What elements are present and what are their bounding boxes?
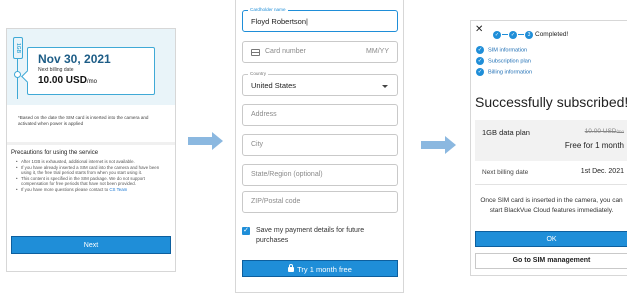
completed-steps-list: ✓ SIM information ✓ Subscription plan ✓ Bil… [476, 46, 532, 79]
arrow-head [212, 132, 223, 150]
success-title: Successfully subscribed! [475, 94, 627, 110]
lock-icon [288, 264, 295, 272]
activation-note: *Based on the date the SIM card is inser… [18, 115, 149, 126]
credit-card-icon [251, 49, 260, 56]
try-free-label: Try 1 month free [297, 265, 352, 274]
billing-hero: 1GB Nov 30, 2021 Next billing date 10.00… [7, 29, 175, 105]
completed-step-label: SIM information [488, 47, 528, 54]
state-placeholder: State/Region (optional) [251, 171, 323, 178]
sim-management-button[interactable]: Go to SIM management [475, 253, 627, 269]
save-payment-label: Save my payment details for future purch… [256, 227, 365, 244]
plan-old-price-unit: /mo [616, 129, 624, 134]
plan-old-price: 10.00 USD/mo [585, 128, 624, 135]
step-3-indicator: 3 [525, 30, 533, 39]
billing-date: Nov 30, 2021 [38, 52, 111, 66]
step-check-icon: ✓ [493, 30, 501, 39]
plan-name: 1GB data plan [482, 128, 530, 137]
completed-step-label: Subscription plan [488, 58, 531, 65]
step-check-icon: ✓ [509, 30, 517, 39]
timeline-line [17, 59, 18, 99]
completed-step: ✓ Subscription plan [476, 57, 532, 68]
arrow-head [445, 136, 456, 154]
completed-label: Completed! [535, 31, 569, 39]
billing-summary-screen: 1GB Nov 30, 2021 Next billing date 10.00… [6, 28, 176, 272]
address-field[interactable]: Address [242, 104, 398, 126]
completed-step: ✓ Billing information [476, 68, 532, 79]
check-circle-icon: ✓ [476, 57, 484, 65]
ok-button[interactable]: OK [475, 231, 627, 247]
activation-message: Once SIM card is inserted in the camera,… [480, 197, 623, 214]
save-payment-checkbox[interactable]: ✓ [242, 227, 250, 235]
billing-card: Nov 30, 2021 Next billing date 10.00 USD… [27, 47, 155, 95]
timeline-dot [14, 71, 21, 78]
precaution-item: If you have already inserted a SIM card … [16, 165, 168, 176]
contact-text: If you have more questions please contac… [21, 186, 110, 192]
zip-placeholder: ZIP/Postal code [251, 198, 301, 205]
next-billing-value: 1st Dec. 2021 [580, 168, 624, 175]
step-connector [518, 34, 524, 36]
subscription-complete-screen: ✕ ✓ ✓ 3 Completed! ✓ SIM information ✓ Subscr… [470, 20, 627, 276]
state-field[interactable]: State/Region (optional) [242, 164, 398, 186]
plan-old-price-value: 10.00 USD [584, 128, 617, 135]
precautions-title: Precautions for using the service [11, 150, 99, 156]
country-value: United States [251, 81, 297, 90]
billing-amount-value: 10.00 USD [38, 75, 87, 86]
cs-team-link[interactable]: CS Team [109, 187, 127, 192]
precaution-item-contact: If you have more questions please contac… [16, 187, 168, 193]
check-circle-icon: ✓ [476, 46, 484, 54]
plan-summary: 1GB data plan 10.00 USD/mo Free for 1 mo… [475, 120, 627, 161]
check-circle-icon: ✓ [476, 68, 484, 76]
billing-amount-unit: /mo [86, 79, 97, 85]
plan-free-text: Free for 1 month [564, 141, 624, 150]
expiry-placeholder: MM/YY [366, 48, 389, 55]
next-billing-row: Next billing date 1st Dec. 2021 [475, 161, 627, 185]
try-free-button[interactable]: Try 1 month free [242, 260, 398, 277]
sim-data-tag: 1GB [13, 37, 23, 59]
billing-amount: 10.00 USD/mo [38, 75, 97, 86]
cardholder-name-value: Floyd Robertson| [251, 17, 308, 26]
payment-form-screen: Cardholder name Floyd Robertson| Card nu… [235, 0, 404, 293]
close-icon[interactable]: ✕ [475, 25, 483, 35]
arrow-shaft [421, 141, 445, 149]
step-connector [502, 34, 508, 36]
precautions-list: After 1GB is exhausted, additional inter… [16, 159, 168, 193]
cardholder-name-field[interactable]: Cardholder name Floyd Robertson| [242, 7, 398, 32]
country-select[interactable]: Country United States [242, 71, 398, 96]
city-field[interactable]: City [242, 134, 398, 156]
cardholder-name-label: Cardholder name [248, 7, 288, 13]
next-button[interactable]: Next [11, 236, 171, 254]
completed-step: ✓ SIM information [476, 46, 532, 57]
progress-stepper: ✓ ✓ 3 Completed! [493, 26, 569, 39]
billing-date-label: Next billing date [38, 67, 74, 73]
completed-step-label: Billing information [488, 69, 533, 76]
chevron-down-icon [382, 85, 388, 88]
address-placeholder: Address [251, 111, 277, 118]
city-placeholder: City [251, 141, 264, 148]
country-label: Country [248, 71, 269, 77]
next-billing-label: Next billing date [482, 169, 529, 176]
section-divider [7, 142, 175, 145]
precaution-item: This content is specified in the SIM pac… [16, 176, 168, 187]
card-number-placeholder: Card number [265, 48, 306, 55]
arrow-shaft [188, 137, 212, 145]
card-number-field[interactable]: Card number MM/YY [242, 41, 398, 63]
zip-field[interactable]: ZIP/Postal code [242, 191, 398, 213]
